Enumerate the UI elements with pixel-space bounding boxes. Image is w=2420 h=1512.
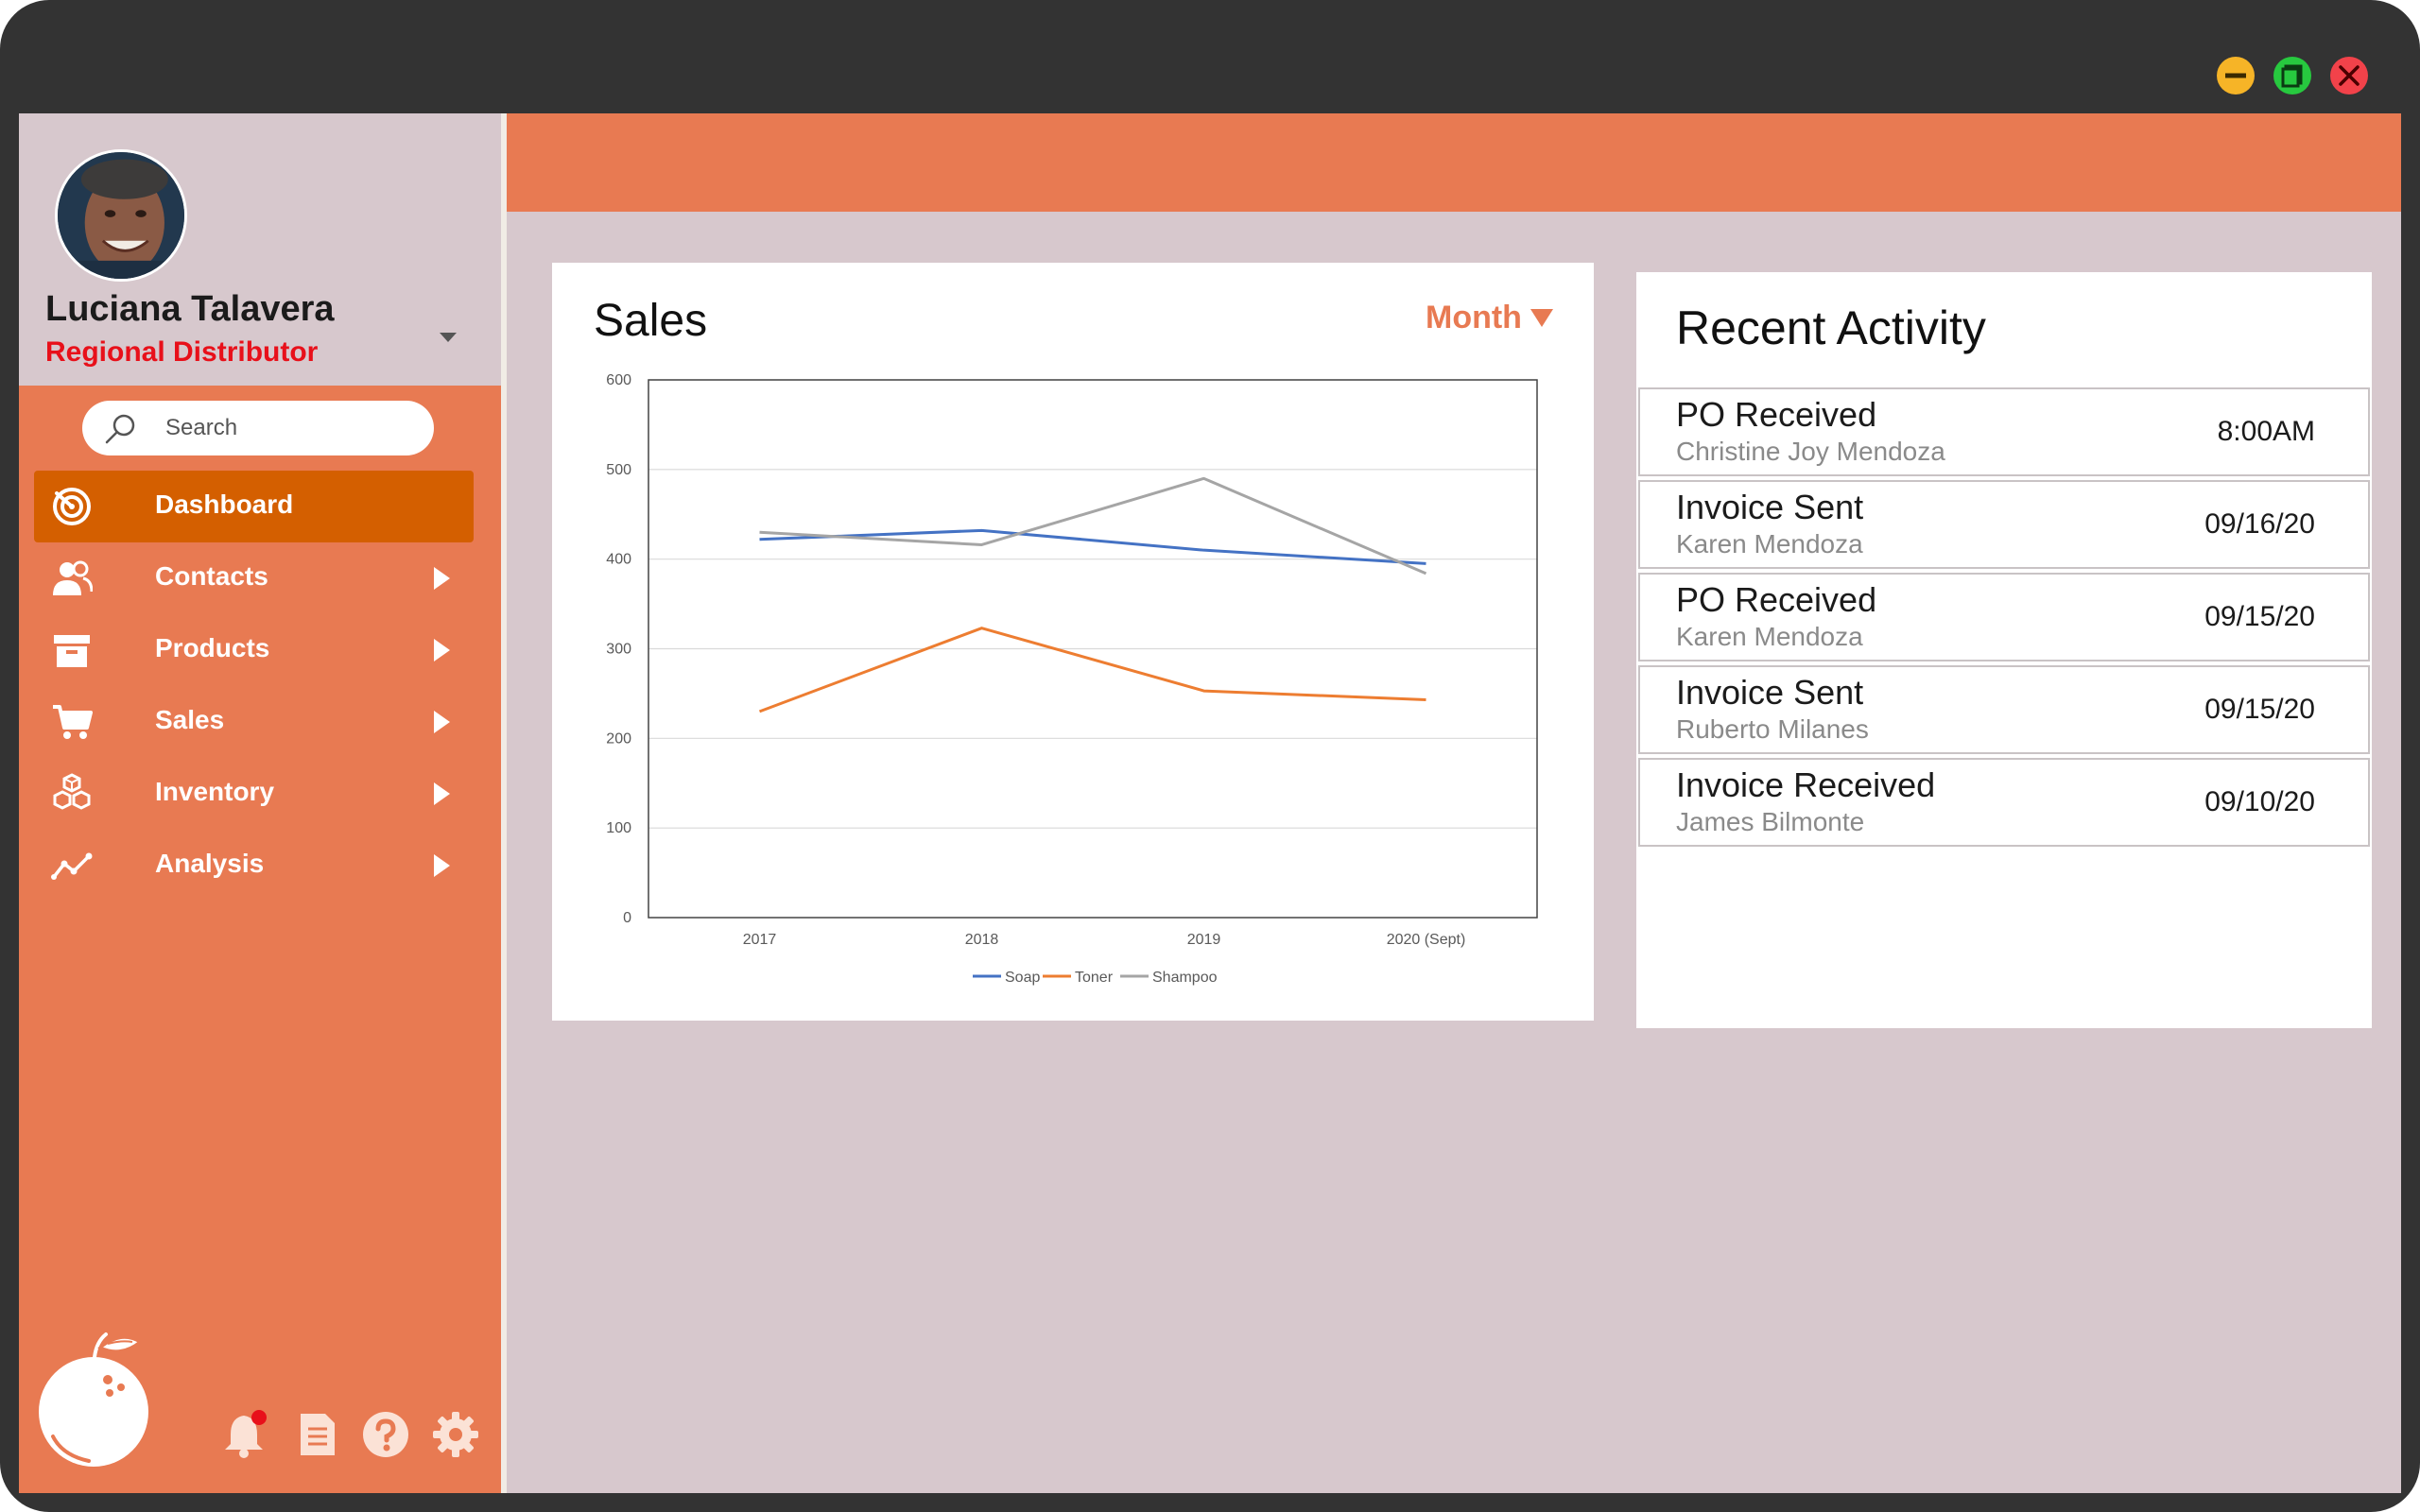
chevron-right-icon bbox=[434, 639, 450, 662]
activity-contact: James Bilmonte bbox=[1676, 807, 1865, 836]
search-box bbox=[82, 401, 434, 455]
user-role: Regional Distributor bbox=[45, 336, 319, 368]
sidebar-item-label: Dashboard bbox=[155, 490, 294, 519]
y-tick-label: 100 bbox=[606, 820, 631, 836]
bell-icon[interactable] bbox=[219, 1410, 268, 1459]
activity-contact: Christine Joy Mendoza bbox=[1676, 437, 1945, 466]
activity-item[interactable]: Invoice Sent Karen Mendoza 09/16/20 bbox=[1638, 480, 2370, 569]
chevron-right-icon bbox=[434, 711, 450, 733]
activity-time: 09/15/20 bbox=[2204, 694, 2315, 725]
sidebar-item-label: Inventory bbox=[155, 777, 275, 806]
activity-time: 09/10/20 bbox=[2204, 786, 2315, 817]
orange-logo-icon bbox=[39, 1332, 148, 1467]
activity-title: Invoice Received bbox=[1676, 765, 1936, 804]
activity-item[interactable]: PO Received Christine Joy Mendoza 8:00AM bbox=[1638, 387, 2370, 476]
search-icon[interactable] bbox=[101, 410, 139, 448]
series-line-toner bbox=[758, 627, 1426, 713]
activity-contact: Karen Mendoza bbox=[1676, 622, 1863, 651]
activity-time: 09/15/20 bbox=[2204, 601, 2315, 632]
activity-item[interactable]: Invoice Received James Bilmonte 09/10/20 bbox=[1638, 758, 2370, 847]
sidebar-item-label: Analysis bbox=[155, 849, 265, 878]
activity-item[interactable]: Invoice Sent Ruberto Milanes 09/15/20 bbox=[1638, 665, 2370, 754]
activity-contact: Karen Mendoza bbox=[1676, 529, 1863, 558]
search-input[interactable] bbox=[165, 408, 421, 448]
chevron-right-icon bbox=[434, 782, 450, 805]
help-icon[interactable] bbox=[361, 1410, 410, 1459]
x-tick-label: 2017 bbox=[743, 932, 777, 948]
sidebar-item-label: Contacts bbox=[155, 561, 268, 591]
user-name: Luciana Talavera bbox=[45, 289, 335, 329]
users-icon bbox=[53, 560, 93, 595]
legend-label: Shampoo bbox=[1152, 970, 1218, 986]
gear-icon[interactable] bbox=[431, 1410, 480, 1459]
close-button[interactable] bbox=[2330, 57, 2368, 94]
legend-label: Soap bbox=[1005, 970, 1040, 986]
y-tick-label: 500 bbox=[606, 462, 631, 478]
sidebar-item-label: Sales bbox=[155, 705, 225, 734]
activity-time: 09/16/20 bbox=[2204, 508, 2315, 540]
x-tick-label: 2020 (Sept) bbox=[1387, 932, 1466, 948]
avatar-photo bbox=[58, 152, 184, 279]
activity-item[interactable]: PO Received Karen Mendoza 09/15/20 bbox=[1638, 573, 2370, 662]
period-dropdown-label: Month bbox=[1426, 299, 1522, 335]
chevron-right-icon bbox=[434, 567, 450, 590]
y-tick-label: 600 bbox=[606, 372, 631, 388]
y-tick-label: 400 bbox=[606, 552, 631, 568]
minimize-icon bbox=[2225, 73, 2246, 78]
maximize-icon bbox=[2281, 64, 2303, 88]
sidebar-item-products[interactable]: Products bbox=[34, 614, 474, 686]
chevron-right-icon bbox=[434, 854, 450, 877]
maximize-button[interactable] bbox=[2273, 57, 2311, 94]
card-title: Sales bbox=[594, 296, 708, 346]
sales-chart: 0 100 200 300 400 500 600 2017 2018 2019 2020 (Sep… bbox=[606, 372, 1538, 986]
app-window: Luciana Talavera Regional Distributor Da… bbox=[0, 0, 2420, 1512]
top-bar bbox=[507, 113, 2401, 212]
period-dropdown[interactable]: Month bbox=[1426, 297, 1554, 338]
close-icon bbox=[2339, 65, 2360, 86]
y-tick-label: 300 bbox=[606, 642, 631, 658]
box-icon bbox=[54, 635, 90, 667]
radar-icon bbox=[53, 488, 91, 525]
sidebar-item-contacts[interactable]: Contacts bbox=[34, 542, 474, 614]
activity-title: Invoice Sent bbox=[1676, 488, 1864, 526]
document-icon[interactable] bbox=[293, 1410, 342, 1459]
caret-down-icon bbox=[1530, 309, 1553, 327]
sidebar-item-analysis[interactable]: Analysis bbox=[34, 830, 474, 902]
card-title: Recent Activity bbox=[1676, 301, 1986, 354]
activity-title: Invoice Sent bbox=[1676, 673, 1864, 712]
sidebar-nav: Dashboard Contacts Products Sales Invent… bbox=[34, 471, 474, 902]
x-tick-label: 2019 bbox=[1187, 932, 1221, 948]
cubes-icon bbox=[53, 773, 91, 810]
x-tick-label: 2018 bbox=[965, 932, 999, 948]
y-tick-label: 0 bbox=[623, 910, 631, 926]
sidebar-item-inventory[interactable]: Inventory bbox=[34, 758, 474, 830]
activity-title: PO Received bbox=[1676, 395, 1877, 434]
y-tick-label: 200 bbox=[606, 730, 631, 747]
activity-title: PO Received bbox=[1676, 580, 1877, 619]
trend-icon bbox=[51, 852, 93, 880]
cart-icon bbox=[53, 705, 93, 739]
activity-list: PO Received Christine Joy Mendoza 8:00AM… bbox=[1638, 387, 2370, 850]
recent-activity-card: Recent Activity PO Received Christine Jo… bbox=[1636, 272, 2372, 1028]
legend-label: Toner bbox=[1075, 970, 1114, 986]
sales-card: 0 100 200 300 400 500 600 2017 2018 2019 2020 (Sep… bbox=[552, 263, 1594, 1021]
sidebar-item-dashboard[interactable]: Dashboard bbox=[34, 471, 474, 542]
chevron-down-icon[interactable] bbox=[437, 325, 459, 348]
minimize-button[interactable] bbox=[2217, 57, 2255, 94]
activity-time: 8:00AM bbox=[2217, 416, 2315, 447]
avatar[interactable] bbox=[55, 149, 187, 282]
activity-contact: Ruberto Milanes bbox=[1676, 714, 1869, 744]
sidebar-item-label: Products bbox=[155, 633, 270, 662]
sidebar-item-sales[interactable]: Sales bbox=[34, 686, 474, 758]
